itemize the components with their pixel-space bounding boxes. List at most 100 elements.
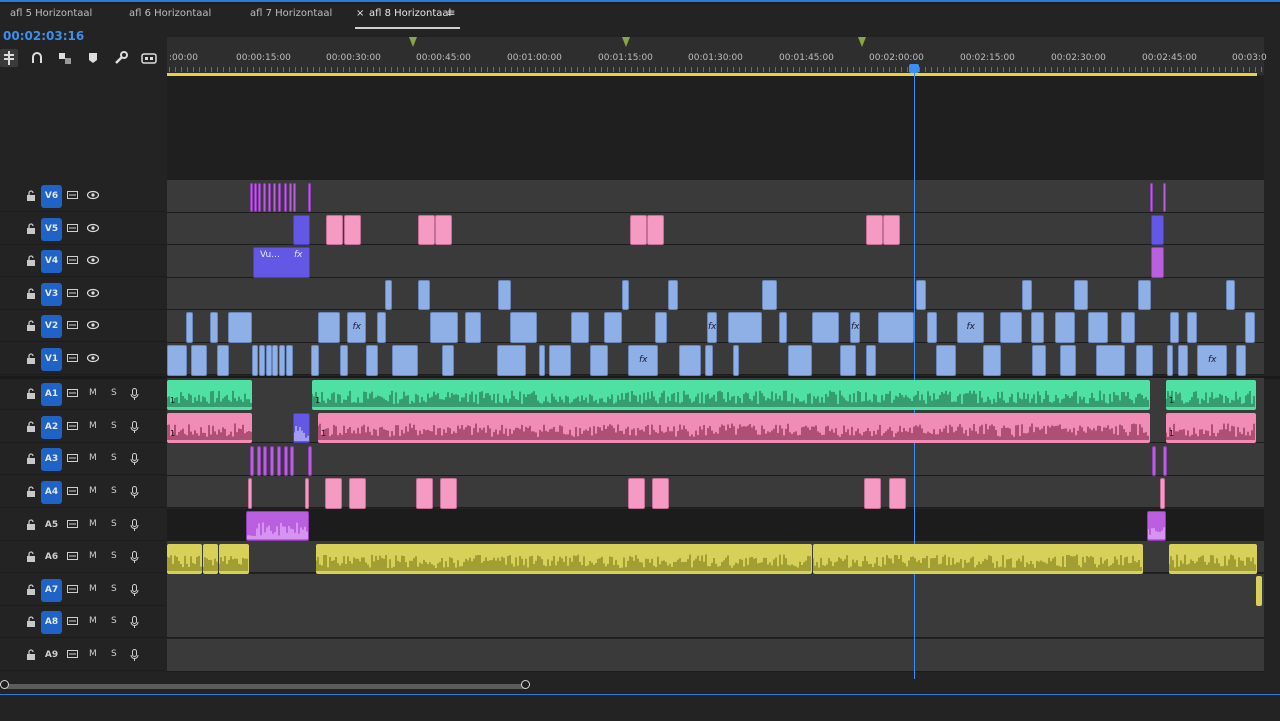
clip-v6[interactable] (268, 183, 271, 212)
clip-v1[interactable] (286, 345, 293, 376)
track-lane-v6[interactable] (167, 180, 1264, 213)
scrollbar-track[interactable] (4, 684, 526, 689)
track-lane-a5[interactable] (167, 509, 1264, 542)
clip-v1[interactable] (705, 345, 713, 376)
clip-v5[interactable] (344, 215, 361, 245)
track-target-v1[interactable]: V1 (41, 348, 62, 371)
clip-v5[interactable] (435, 215, 452, 245)
lock-icon[interactable] (26, 388, 36, 399)
clip-a2[interactable]: 1 (1166, 413, 1256, 443)
clip-a3[interactable] (263, 446, 267, 476)
clip-v2[interactable] (186, 312, 193, 343)
mute-button[interactable]: M (89, 519, 97, 529)
captions-icon[interactable] (140, 49, 158, 67)
marker-icon[interactable] (622, 37, 630, 47)
sync-lock-icon[interactable] (67, 388, 78, 398)
mute-button[interactable]: M (89, 486, 97, 496)
marker-icon[interactable] (858, 37, 866, 47)
clip-v2[interactable] (779, 312, 787, 343)
sync-lock-icon[interactable] (67, 486, 78, 496)
clip-v1[interactable] (272, 345, 278, 376)
clip-v5[interactable] (1151, 215, 1164, 245)
clip-a4[interactable] (305, 478, 309, 509)
clip-v1[interactable] (442, 345, 454, 376)
sync-lock-icon[interactable] (67, 320, 78, 330)
solo-button[interactable]: S (111, 486, 117, 496)
track-target-v3[interactable]: V3 (41, 283, 62, 306)
clip-v2[interactable] (604, 312, 622, 343)
clip-v5[interactable] (647, 215, 664, 245)
clip-v1[interactable] (1060, 345, 1076, 376)
tab-close-icon[interactable]: × (356, 8, 364, 19)
clip-v1[interactable]: fx (628, 345, 658, 376)
voiceover-mic-icon[interactable] (130, 388, 139, 400)
clip-a4[interactable] (889, 478, 906, 509)
track-target-v2[interactable]: V2 (41, 315, 62, 338)
marker-icon[interactable] (409, 37, 417, 47)
sync-lock-icon[interactable] (67, 551, 78, 561)
clip-a3[interactable] (277, 446, 281, 476)
clip-a5[interactable] (1147, 511, 1166, 541)
clip-v2[interactable] (1031, 312, 1044, 343)
track-target-a3[interactable]: A3 (41, 448, 62, 471)
track-target-a4[interactable]: A4 (41, 481, 62, 504)
clip-v3[interactable] (668, 280, 678, 310)
lock-icon[interactable] (26, 223, 36, 234)
clip-v1[interactable] (549, 345, 571, 376)
snap-magnet-icon[interactable] (28, 49, 46, 67)
clip-v2[interactable] (1055, 312, 1075, 343)
tab-afl-7[interactable]: afl 7 Horizontaal (250, 8, 332, 19)
eye-icon[interactable] (87, 255, 99, 265)
clip-a6[interactable] (316, 544, 812, 574)
marker-icon[interactable] (84, 49, 102, 67)
sync-lock-icon[interactable] (67, 649, 78, 659)
track-target-v6[interactable]: V6 (41, 185, 62, 208)
solo-button[interactable]: S (111, 453, 117, 463)
lock-icon[interactable] (26, 584, 36, 595)
lock-icon[interactable] (26, 453, 36, 464)
clip-a4[interactable] (864, 478, 881, 509)
clip-v5[interactable] (326, 215, 343, 245)
clip-v1[interactable] (259, 345, 265, 376)
clip-v1[interactable] (340, 345, 348, 376)
clip-a3[interactable] (290, 446, 294, 476)
clip-a7[interactable] (1256, 576, 1262, 606)
voiceover-mic-icon[interactable] (130, 421, 139, 433)
mute-button[interactable]: M (89, 584, 97, 594)
clip-v1[interactable] (1136, 345, 1153, 376)
clip-v1[interactable]: fx (1197, 345, 1227, 376)
clip-v6[interactable] (278, 183, 281, 212)
mute-button[interactable]: M (89, 551, 97, 561)
lock-icon[interactable] (26, 288, 36, 299)
clip-v5[interactable] (293, 215, 310, 245)
clip-v3[interactable] (622, 280, 629, 310)
clip-v2[interactable] (927, 312, 937, 343)
clip-v2[interactable] (1170, 312, 1179, 343)
voiceover-mic-icon[interactable] (130, 584, 139, 596)
clip-v1[interactable] (217, 345, 229, 376)
voiceover-mic-icon[interactable] (130, 519, 139, 531)
clip-v2[interactable] (377, 312, 386, 343)
clip-a3[interactable] (1163, 446, 1167, 476)
lock-icon[interactable] (26, 190, 36, 201)
clip-a2[interactable] (293, 413, 310, 443)
clip-v2[interactable] (571, 312, 589, 343)
clip-a3[interactable] (257, 446, 261, 476)
tab-afl-8[interactable]: afl 8 Horizontaal (369, 8, 451, 19)
lock-icon[interactable] (26, 255, 36, 266)
clip-v1[interactable] (392, 345, 418, 376)
solo-button[interactable]: S (111, 584, 117, 594)
clip-a6[interactable] (203, 544, 218, 574)
clip-v5[interactable] (418, 215, 435, 245)
clip-a3[interactable] (284, 446, 288, 476)
clip-v1[interactable] (279, 345, 285, 376)
tab-menu-icon[interactable]: ≡ (447, 8, 455, 19)
mute-button[interactable]: M (89, 421, 97, 431)
clip-v6[interactable] (258, 183, 261, 212)
wrench-icon[interactable] (112, 49, 130, 67)
track-lane-v3[interactable] (167, 278, 1264, 310)
clip-a4[interactable] (349, 478, 366, 509)
clip-a6[interactable] (167, 544, 202, 574)
clip-a4[interactable] (416, 478, 433, 509)
clip-v2[interactable] (210, 312, 218, 343)
